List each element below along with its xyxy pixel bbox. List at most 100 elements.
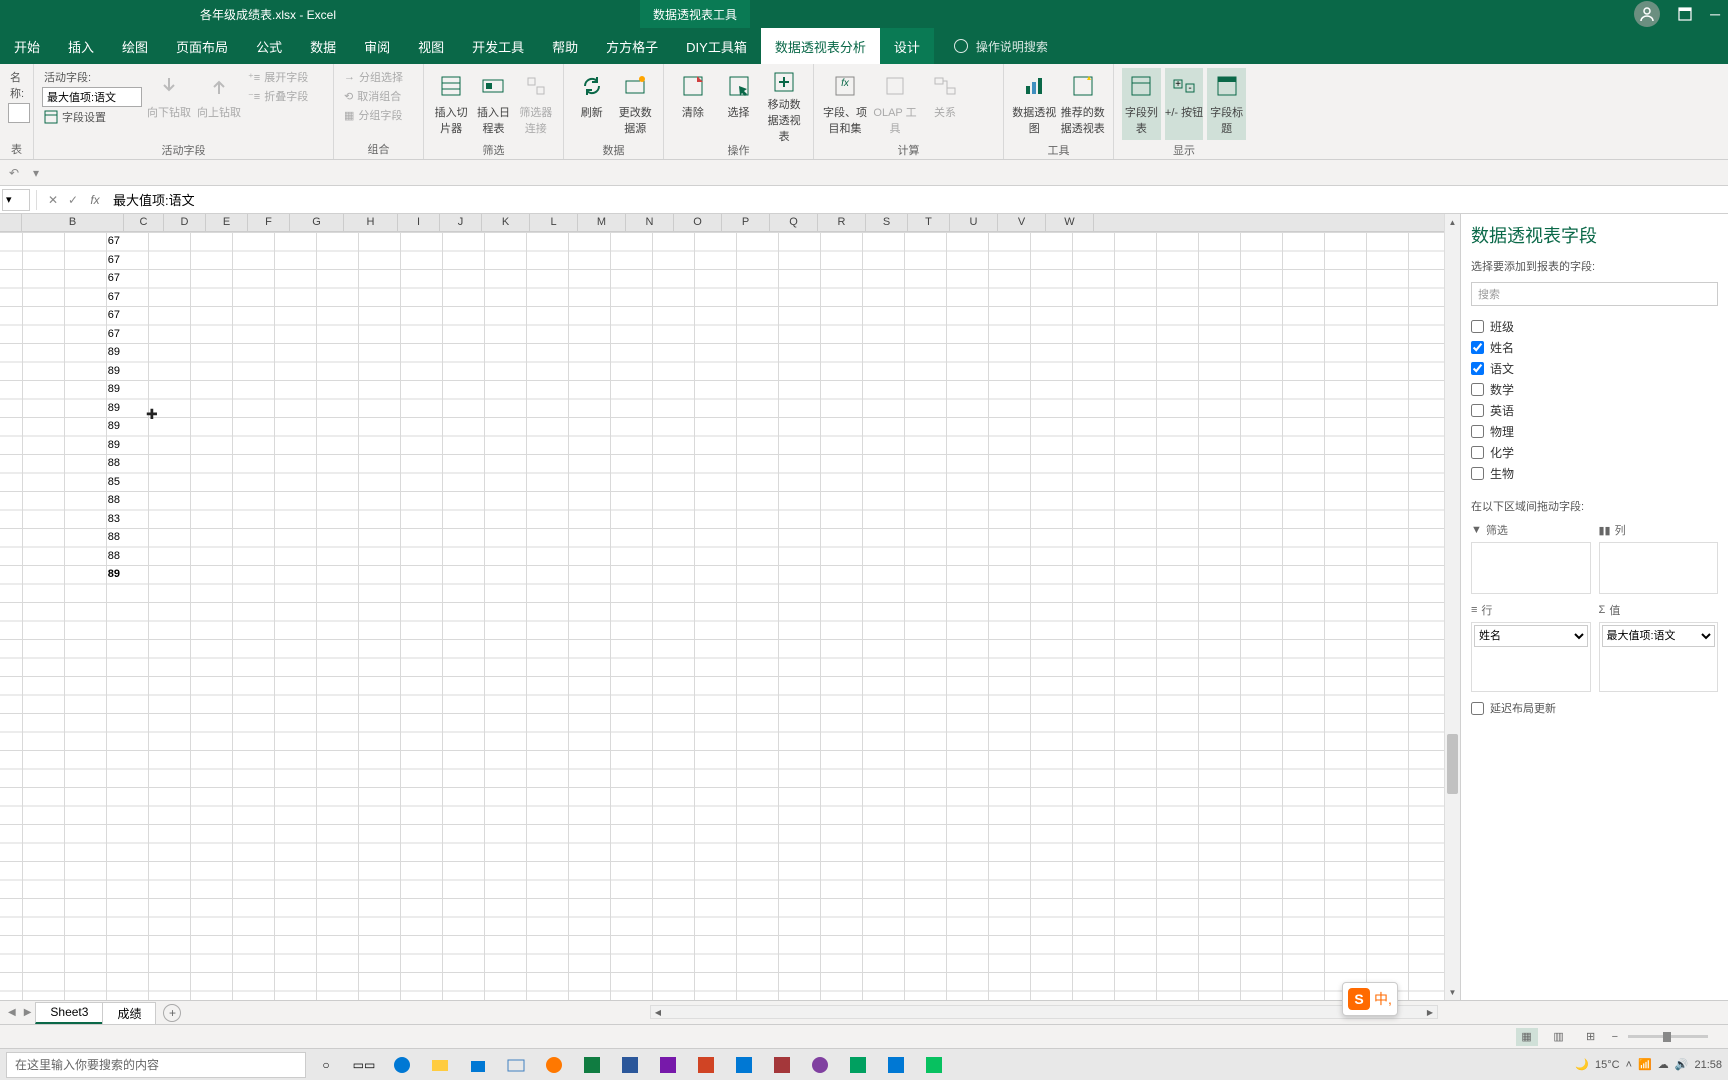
col-header-L[interactable]: L	[530, 214, 578, 231]
field-checkbox-5[interactable]	[1471, 425, 1484, 438]
store-icon[interactable]	[460, 1051, 496, 1079]
cloud-icon[interactable]: ☁	[1658, 1058, 1669, 1071]
tab-pivot-design[interactable]: 设计	[880, 28, 934, 64]
field-item-3[interactable]: 数学	[1471, 379, 1718, 400]
zoom-out-button[interactable]: −	[1612, 1031, 1618, 1043]
formula-input[interactable]	[107, 189, 1728, 211]
col-header-N[interactable]: N	[626, 214, 674, 231]
field-item-4[interactable]: 英语	[1471, 400, 1718, 421]
scroll-down-arrow[interactable]: ▼	[1445, 984, 1460, 1000]
field-item-0[interactable]: 班级	[1471, 316, 1718, 337]
col-header-M[interactable]: M	[578, 214, 626, 231]
wechat-icon[interactable]	[916, 1051, 952, 1079]
recommended-pivot-button[interactable]: 推荐的数据透视表	[1061, 68, 1106, 140]
cell-b-18[interactable]: 89	[22, 565, 124, 584]
outlook-taskbar-icon[interactable]	[726, 1051, 762, 1079]
normal-view-button[interactable]: ▦	[1516, 1028, 1538, 1046]
excel-taskbar-icon[interactable]	[574, 1051, 610, 1079]
vertical-scrollbar[interactable]: ▲ ▼	[1444, 214, 1460, 1000]
page-break-view-button[interactable]: ⊞	[1580, 1028, 1602, 1046]
tab-help[interactable]: 帮助	[538, 28, 592, 64]
refresh-button[interactable]: 刷新	[572, 68, 612, 140]
rows-drop-area[interactable]: 姓名	[1471, 622, 1591, 692]
tab-draw[interactable]: 绘图	[108, 28, 162, 64]
hscroll-right[interactable]: ▶	[1423, 1006, 1437, 1018]
select-button[interactable]: 选择	[718, 68, 760, 140]
cell-b-15[interactable]: 83	[22, 510, 124, 529]
tab-review[interactable]: 审阅	[350, 28, 404, 64]
enter-formula-button[interactable]: ✓	[63, 190, 83, 210]
sheet-tab-sheet3[interactable]: Sheet3	[35, 1002, 103, 1024]
sheet-tab-scores[interactable]: 成绩	[102, 1002, 156, 1024]
field-item-1[interactable]: 姓名	[1471, 337, 1718, 358]
active-field-input[interactable]	[42, 87, 142, 107]
col-header-K[interactable]: K	[482, 214, 530, 231]
app-icon-2[interactable]	[840, 1051, 876, 1079]
col-header-R[interactable]: R	[818, 214, 866, 231]
values-drop-area[interactable]: 最大值项:语文	[1599, 622, 1719, 692]
plus-minus-toggle[interactable]: +- +/- 按钮	[1165, 68, 1204, 140]
cell-b-6[interactable]: 89	[22, 343, 124, 362]
scroll-up-arrow[interactable]: ▲	[1445, 214, 1460, 230]
col-header-V[interactable]: V	[998, 214, 1046, 231]
col-header-W[interactable]: W	[1046, 214, 1094, 231]
explorer-icon[interactable]	[422, 1051, 458, 1079]
fields-items-button[interactable]: fx 字段、项目和集	[822, 68, 868, 140]
add-sheet-button[interactable]: +	[163, 1004, 181, 1022]
field-checkbox-1[interactable]	[1471, 341, 1484, 354]
sheet-nav-prev[interactable]: ◀	[4, 1007, 20, 1018]
cell-b-11[interactable]: 89	[22, 436, 124, 455]
cell-b-12[interactable]: 88	[22, 454, 124, 473]
task-view-icon[interactable]: ▭▭	[346, 1051, 382, 1079]
cell-b-17[interactable]: 88	[22, 547, 124, 566]
col-header-O[interactable]: O	[674, 214, 722, 231]
field-checkbox-7[interactable]	[1471, 467, 1484, 480]
col-header-E[interactable]: E	[206, 214, 248, 231]
field-item-7[interactable]: 生物	[1471, 463, 1718, 484]
name-box[interactable]: ▾	[2, 189, 30, 211]
wifi-icon[interactable]: 📶	[1638, 1058, 1652, 1071]
cell-b-4[interactable]: 67	[22, 306, 124, 325]
tab-diy[interactable]: DIY工具箱	[672, 28, 761, 64]
columns-drop-area[interactable]	[1599, 542, 1719, 594]
cell-b-8[interactable]: 89	[22, 380, 124, 399]
field-settings-button[interactable]: 字段设置	[42, 108, 142, 126]
tab-formulas[interactable]: 公式	[242, 28, 296, 64]
field-checkbox-4[interactable]	[1471, 404, 1484, 417]
cell-b-9[interactable]: 89	[22, 399, 124, 418]
app-icon-3[interactable]	[878, 1051, 914, 1079]
user-avatar[interactable]	[1634, 1, 1660, 27]
tray-chevron-icon[interactable]: ˄	[1626, 1059, 1632, 1071]
tab-view[interactable]: 视图	[404, 28, 458, 64]
pivot-name-input[interactable]	[8, 103, 30, 123]
cell-b-3[interactable]: 67	[22, 288, 124, 307]
field-checkbox-3[interactable]	[1471, 383, 1484, 396]
cell-b-1[interactable]: 67	[22, 251, 124, 270]
field-item-6[interactable]: 化学	[1471, 442, 1718, 463]
cell-b-14[interactable]: 88	[22, 491, 124, 510]
cell-b-13[interactable]: 85	[22, 473, 124, 492]
col-header-Q[interactable]: Q	[770, 214, 818, 231]
grid-cells[interactable]: ✚ 67676767676789898989898988858883888889	[0, 232, 1460, 1000]
select-all-corner[interactable]	[0, 214, 22, 231]
cortana-icon[interactable]: ○	[308, 1051, 344, 1079]
change-source-button[interactable]: 更改数据源	[616, 68, 656, 140]
clear-button[interactable]: 清除	[672, 68, 714, 140]
col-header-J[interactable]: J	[440, 214, 482, 231]
col-header-C[interactable]: C	[124, 214, 164, 231]
tab-layout[interactable]: 页面布局	[162, 28, 242, 64]
col-header-H[interactable]: H	[344, 214, 398, 231]
worksheet-grid[interactable]: B C D E F G H I J K L M N O P Q R S T U …	[0, 214, 1460, 1000]
col-header-G[interactable]: G	[290, 214, 344, 231]
tab-data[interactable]: 数据	[296, 28, 350, 64]
hscroll-left[interactable]: ◀	[651, 1006, 665, 1018]
tab-pivot-analyze[interactable]: 数据透视表分析	[761, 28, 880, 64]
minimize-button[interactable]: ─	[1710, 6, 1720, 22]
app-icon-1[interactable]	[802, 1051, 838, 1079]
field-checkbox-2[interactable]	[1471, 362, 1484, 375]
col-header-S[interactable]: S	[866, 214, 908, 231]
cancel-formula-button[interactable]: ✕	[43, 190, 63, 210]
cell-b-16[interactable]: 88	[22, 528, 124, 547]
powerpoint-taskbar-icon[interactable]	[688, 1051, 724, 1079]
onenote-taskbar-icon[interactable]	[650, 1051, 686, 1079]
